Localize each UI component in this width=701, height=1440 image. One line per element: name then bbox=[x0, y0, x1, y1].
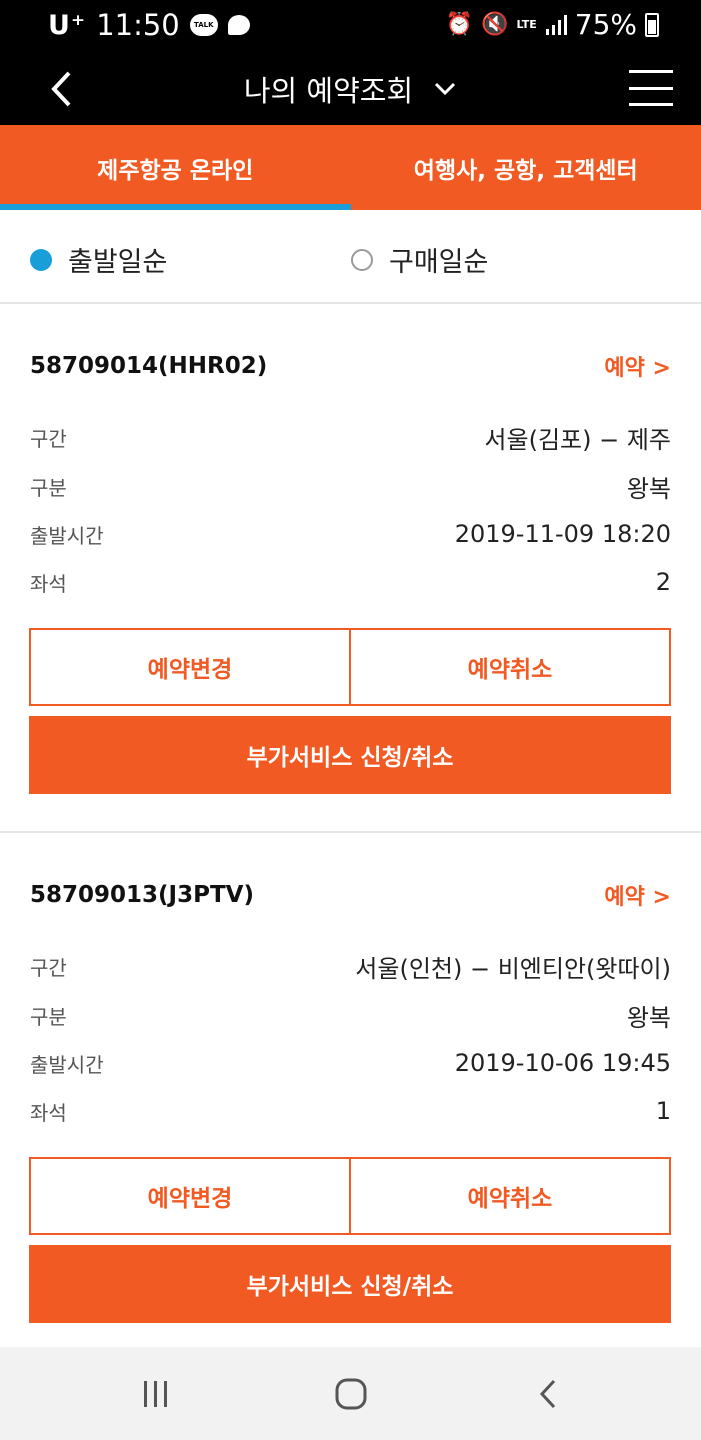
cancel-reservation-button[interactable]: 예약취소 bbox=[349, 630, 669, 704]
change-reservation-button[interactable]: 예약변경 bbox=[31, 630, 349, 704]
sort-by-departure-radio[interactable]: 출발일순 bbox=[30, 240, 167, 279]
reservation-status-link[interactable]: 예약 > bbox=[604, 879, 671, 911]
detail-row-route: 구간 서울(김포) − 제주 bbox=[30, 420, 671, 454]
alarm-icon: ⏰ bbox=[445, 12, 474, 37]
chevron-down-icon bbox=[435, 82, 456, 95]
tab-jejuair-online[interactable]: 제주항공 온라인 bbox=[0, 125, 351, 210]
detail-row-type: 구분 왕복 bbox=[30, 469, 671, 503]
reservation-header: 58709013(J3PTV) 예약 > bbox=[30, 875, 671, 915]
status-left: U⁺ 11:50 TALK bbox=[48, 8, 250, 42]
row-label: 구분 bbox=[30, 475, 67, 500]
kakaotalk-icon: TALK bbox=[189, 14, 218, 36]
row-value: 1 bbox=[655, 1097, 671, 1125]
carrier-label: U⁺ bbox=[48, 9, 87, 41]
row-value: 왕복 bbox=[626, 1003, 671, 1032]
mute-icon: 🔇 bbox=[481, 12, 509, 37]
message-icon bbox=[227, 15, 250, 35]
reservation-number: 58709013(J3PTV) bbox=[30, 882, 254, 908]
change-reservation-button[interactable]: 예약변경 bbox=[31, 1159, 349, 1233]
row-value: 서울(인천) − 비엔티안(왓따이) bbox=[355, 954, 671, 983]
cancel-reservation-button[interactable]: 예약취소 bbox=[349, 1159, 669, 1233]
sort-label: 구매일순 bbox=[389, 247, 489, 278]
extra-services-button[interactable]: 부가서비스 신청/취소 bbox=[29, 716, 671, 794]
menu-line bbox=[629, 103, 673, 106]
row-label: 구간 bbox=[30, 955, 67, 980]
battery-percent: 75% bbox=[574, 8, 637, 41]
detail-row-seats: 좌석 1 bbox=[30, 1094, 671, 1128]
reservation-status-link[interactable]: 예약 > bbox=[604, 350, 671, 382]
detail-row-seats: 좌석 2 bbox=[30, 565, 671, 599]
reservation-number: 58709014(HHR02) bbox=[30, 353, 268, 379]
tab-bar: 제주항공 온라인 여행사, 공항, 고객센터 bbox=[0, 125, 701, 210]
card-divider bbox=[0, 831, 701, 833]
sort-label: 출발일순 bbox=[68, 247, 168, 278]
row-value: 2019-10-06 19:45 bbox=[454, 1049, 671, 1077]
row-label: 좌석 bbox=[30, 571, 67, 596]
row-label: 출발시간 bbox=[30, 1052, 104, 1077]
hamburger-menu-icon[interactable] bbox=[629, 70, 673, 106]
back-icon[interactable] bbox=[518, 1371, 578, 1417]
recent-apps-icon[interactable] bbox=[126, 1371, 186, 1417]
detail-row-departure: 출발시간 2019-11-09 18:20 bbox=[30, 517, 671, 551]
tab-agency-airport-service[interactable]: 여행사, 공항, 고객센터 bbox=[351, 125, 701, 210]
detail-row-departure: 출발시간 2019-10-06 19:45 bbox=[30, 1046, 671, 1080]
title-dropdown[interactable]: 나의 예약조회 bbox=[0, 52, 701, 125]
status-bar: U⁺ 11:50 TALK ⏰ 🔇 LTE 75% bbox=[0, 0, 701, 52]
row-label: 좌석 bbox=[30, 1100, 67, 1125]
reservation-header: 58709014(HHR02) 예약 > bbox=[30, 346, 671, 386]
menu-line bbox=[629, 86, 673, 90]
home-icon[interactable] bbox=[321, 1371, 381, 1417]
row-value: 2 bbox=[655, 568, 671, 596]
detail-row-type: 구분 왕복 bbox=[30, 998, 671, 1032]
battery-icon bbox=[645, 12, 659, 37]
row-value: 2019-11-09 18:20 bbox=[454, 520, 671, 548]
row-value: 왕복 bbox=[626, 474, 671, 503]
radio-selected-icon bbox=[30, 248, 52, 271]
page-title: 나의 예약조회 bbox=[243, 73, 414, 108]
extra-services-button[interactable]: 부가서비스 신청/취소 bbox=[29, 1245, 671, 1323]
reservation-actions: 예약변경 예약취소 bbox=[29, 628, 671, 706]
signal-icon bbox=[545, 14, 567, 35]
sort-options: 출발일순 구매일순 bbox=[0, 210, 701, 304]
clock: 11:50 bbox=[96, 8, 180, 42]
row-label: 출발시간 bbox=[30, 523, 104, 548]
row-label: 구분 bbox=[30, 1004, 67, 1029]
menu-line bbox=[629, 70, 673, 73]
status-right: ⏰ 🔇 LTE 75% bbox=[446, 8, 659, 41]
network-type: LTE bbox=[516, 17, 537, 31]
row-label: 구간 bbox=[30, 426, 67, 451]
app-header: 나의 예약조회 bbox=[0, 52, 701, 125]
sort-by-purchase-radio[interactable]: 구매일순 bbox=[351, 240, 488, 279]
detail-row-route: 구간 서울(인천) − 비엔티안(왓따이) bbox=[30, 949, 671, 983]
radio-unselected-icon bbox=[351, 248, 373, 271]
row-value: 서울(김포) − 제주 bbox=[484, 425, 671, 454]
reservation-actions: 예약변경 예약취소 bbox=[29, 1157, 671, 1235]
system-nav-bar bbox=[0, 1347, 701, 1440]
